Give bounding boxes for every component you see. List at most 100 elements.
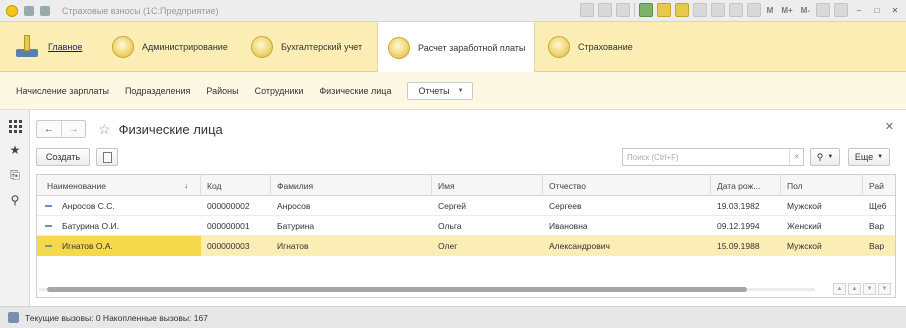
clear-icon[interactable]: ✕ [789, 149, 803, 165]
column-header-patronymic[interactable]: Отчество [543, 175, 711, 196]
window-title: Страховые взносы (1С:Предприятие) [62, 5, 219, 16]
section-label: Администрирование [142, 42, 228, 52]
close-icon[interactable]: ✕ [885, 120, 894, 133]
next-page-icon[interactable]: ▼ [863, 283, 876, 295]
home-icon [14, 35, 40, 59]
row-item-icon [45, 225, 52, 227]
row-item-icon [45, 245, 52, 247]
print-icon[interactable] [692, 3, 707, 17]
search-icon[interactable]: ⚲ [7, 192, 23, 208]
history-icon[interactable] [656, 3, 671, 17]
chevron-down-icon: ▼ [827, 154, 834, 160]
favorites-star-icon[interactable]: ★ [7, 142, 23, 158]
search-input[interactable]: Поиск (Ctrl+F) ✕ [622, 148, 804, 166]
forward-arrow-icon[interactable]: → [61, 121, 85, 137]
column-header-district[interactable]: Рай [863, 175, 895, 196]
last-page-icon[interactable]: ▼ [878, 283, 891, 295]
performance-icon [8, 312, 19, 323]
calculator-icon[interactable] [728, 3, 743, 17]
section-administration[interactable]: Администрирование [112, 22, 228, 72]
memory-subtract-button[interactable]: M- [799, 3, 812, 17]
more-label: Еще [854, 152, 874, 162]
column-header-firstname[interactable]: Имя [432, 175, 543, 196]
function-bar: Начисление зарплаты Подразделения Районы… [0, 72, 906, 110]
history-icon[interactable]: ⎘ [7, 167, 23, 183]
command-bar: Создать Поиск (Ctrl+F) ✕ ⚲ ▼ Еще ▼ [36, 148, 896, 168]
table-row[interactable]: Батурина О.И. 000000001 Батурина Ольга И… [37, 216, 895, 236]
maximize-icon[interactable]: □ [870, 3, 884, 17]
calendar-icon[interactable] [746, 3, 761, 17]
app-logo-icon[interactable] [6, 4, 18, 17]
minimize-icon[interactable]: – [852, 3, 866, 17]
section-home[interactable]: Главное [14, 22, 82, 72]
column-header-gender[interactable]: Пол [781, 175, 863, 196]
document-icon[interactable] [710, 3, 725, 17]
section-icon [548, 36, 570, 58]
column-header-surname[interactable]: Фамилия [271, 175, 432, 196]
search-button[interactable]: ⚲ ▼ [810, 148, 840, 166]
search-placeholder: Поиск (Ctrl+F) [627, 152, 679, 162]
section-payroll[interactable]: Расчет заработной платы [377, 22, 535, 73]
scrollbar-thumb[interactable] [47, 287, 747, 292]
sort-down-icon: ↓ [184, 181, 188, 190]
copy-icon [102, 151, 112, 163]
create-button[interactable]: Создать [36, 148, 90, 166]
memory-add-button[interactable]: M+ [779, 3, 794, 17]
func-link-employees[interactable]: Сотрудники [255, 86, 304, 96]
window-menu-icon[interactable] [24, 5, 34, 16]
column-header-code[interactable]: Код [201, 175, 271, 196]
toolbar-icon[interactable] [615, 3, 630, 17]
column-header-birthdate[interactable]: Дата рож... [711, 175, 781, 196]
list-form: ← → ☆ Физические лица ✕ Создать Поиск (C… [30, 110, 906, 306]
func-link-districts[interactable]: Районы [206, 86, 238, 96]
section-insurance[interactable]: Страхование [548, 22, 633, 72]
toolbar-icon[interactable] [597, 3, 612, 17]
all-functions-icon[interactable] [7, 118, 23, 134]
status-text: Текущие вызовы: 0 Накопленные вызовы: 16… [25, 312, 208, 323]
favorites-icon[interactable] [674, 3, 689, 17]
add-favorite-star-icon[interactable]: ☆ [98, 121, 111, 138]
row-item-icon [45, 205, 52, 207]
first-page-icon[interactable]: ▲ [833, 283, 846, 295]
page-title: Физические лица [118, 121, 223, 137]
chevron-down-icon: ▼ [457, 87, 464, 94]
nav-arrows-icon[interactable] [40, 5, 50, 16]
section-icon [112, 36, 134, 58]
prev-page-icon[interactable]: ▲ [848, 283, 861, 295]
sections-panel: Главное Администрирование Бухгалтерский … [0, 22, 906, 73]
func-link-departments[interactable]: Подразделения [125, 86, 190, 96]
list-navigation: ▲ ▲ ▼ ▼ [833, 283, 891, 295]
title-bar: Страховые взносы (1С:Предприятие) M M+ M… [0, 0, 906, 22]
func-link-individuals[interactable]: Физические лица [319, 86, 391, 96]
table-row-selected[interactable]: Игнатов О.А. 000000003 Игнатов Олег Алек… [37, 236, 895, 256]
func-link-payroll[interactable]: Начисление зарплаты [16, 86, 109, 96]
table-row[interactable]: Анросов С.С. 000000002 Анросов Сергей Се… [37, 196, 895, 216]
section-icon [251, 36, 273, 58]
close-window-icon[interactable]: ✕ [888, 3, 902, 17]
more-button[interactable]: Еще ▼ [848, 148, 890, 166]
copy-button[interactable] [96, 148, 118, 166]
section-label: Бухгалтерский учет [281, 42, 363, 52]
nav-buttons: ← → [36, 120, 86, 138]
home-page-icon[interactable] [638, 3, 653, 17]
reports-dropdown[interactable]: Отчеты ▼ [407, 81, 473, 100]
individuals-table: Наименование ↓ Код Фамилия Имя Отчество … [36, 174, 896, 298]
reports-label: Отчеты [418, 85, 450, 96]
section-accounting[interactable]: Бухгалтерский учет [251, 22, 362, 72]
status-bar: Текущие вызовы: 0 Накопленные вызовы: 16… [0, 306, 906, 328]
section-label: Главное [48, 42, 83, 52]
left-toolbar: ★ ⎘ ⚲ [0, 110, 30, 306]
table-header: Наименование ↓ Код Фамилия Имя Отчество … [37, 175, 895, 196]
section-icon [388, 36, 410, 59]
menu-icon[interactable] [834, 3, 848, 17]
back-arrow-icon[interactable]: ← [37, 121, 61, 137]
chevron-down-icon: ▼ [877, 154, 884, 160]
horizontal-scrollbar[interactable] [39, 286, 815, 293]
section-label: Страхование [578, 42, 633, 52]
toolbar-icon[interactable] [579, 3, 594, 17]
section-label: Расчет заработной платы [418, 42, 526, 53]
column-header-name[interactable]: Наименование ↓ [37, 175, 201, 196]
search-icon: ⚲ [816, 151, 824, 162]
memory-button[interactable]: M [765, 3, 776, 17]
info-icon[interactable] [816, 3, 830, 17]
